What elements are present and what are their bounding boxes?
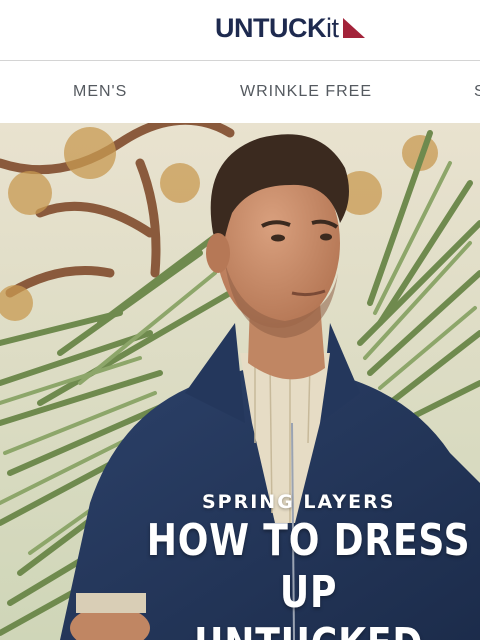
brand-logo[interactable]: UNTUCKit [215, 13, 367, 43]
logo-flag-icon [342, 18, 365, 38]
hero-eyebrow: SPRING LAYERS [202, 491, 396, 513]
nav-item-wrinkle-free[interactable]: WRINKLE FREE [240, 83, 372, 101]
nav-item-mens[interactable]: MEN'S [73, 83, 127, 101]
nav-item-next[interactable]: S [474, 83, 480, 101]
category-nav: MEN'S WRINKLE FREE S [0, 61, 480, 123]
hero-title: HOW TO DRESS UP UNTUCKED [146, 515, 471, 640]
site-header: UNTUCKit [0, 0, 480, 61]
brand-logo-text: UNTUCKit [215, 12, 339, 43]
hero-banner[interactable]: SPRING LAYERS HOW TO DRESS UP UNTUCKED [0, 123, 480, 640]
